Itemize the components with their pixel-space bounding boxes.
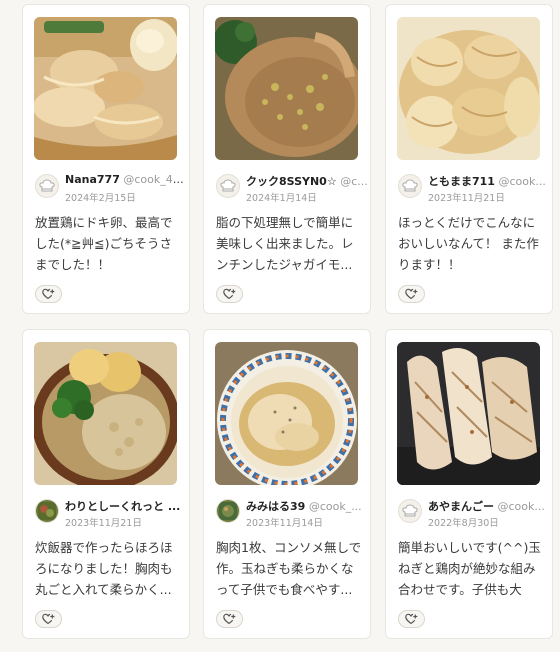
cooksnap-card[interactable]: Nana777 @cook_40... 2024年2月15日 放置鶏にドキ卵、最…	[22, 4, 190, 314]
dish-photo[interactable]	[397, 17, 540, 160]
dish-photo[interactable]	[397, 342, 540, 485]
cooksnap-card[interactable]: ともまま711 @cook... 2023年11月21日 ほっとくだけでこんなに…	[385, 4, 553, 314]
heart-plus-icon	[42, 288, 55, 299]
post-date: 2022年8月30日	[428, 518, 499, 529]
post-date: 2024年2月15日	[65, 193, 136, 204]
cooksnap-card[interactable]: わりとしーくれっと ... 2023年11月21日 炊飯器で作ったらほろほろにな…	[22, 329, 190, 639]
cooksnap-comment: ほっとくだけでこんなにおいしいなんて！ また作ります！！	[398, 215, 539, 272]
post-date: 2024年1月14日	[246, 193, 317, 204]
author-cook-id: @cook_...	[308, 500, 362, 513]
cooksnap-grid: Nana777 @cook_40... 2024年2月15日 放置鶏にドキ卵、最…	[0, 0, 560, 652]
author-display-name[interactable]: ともまま711	[428, 175, 495, 188]
heart-plus-icon	[405, 613, 418, 624]
chef-hat-icon[interactable]	[398, 499, 422, 523]
heart-plus-icon	[42, 613, 55, 624]
author-name[interactable]: みみはる39 @cook_...	[246, 498, 370, 514]
like-button[interactable]	[35, 610, 62, 628]
author-cook-id: @c...	[340, 175, 368, 188]
author-row[interactable]: わりとしーくれっと ... 2023年11月21日	[35, 497, 181, 529]
like-button[interactable]	[398, 285, 425, 303]
cooksnap-comment: 炊飯器で作ったらほろほろになりました！胸肉も丸ごと入れて柔らかく...	[35, 540, 173, 597]
post-date: 2023年11月21日	[65, 518, 142, 529]
author-row[interactable]: みみはる39 @cook_... 2023年11月14日	[216, 497, 362, 529]
heart-plus-icon	[223, 613, 236, 624]
chef-hat-icon[interactable]	[398, 174, 422, 198]
author-cook-id: @cook...	[497, 500, 545, 513]
cooksnap-comment: 放置鶏にドキ卵、最高でした(*≧艸≦)ごちそうさまでした！！	[35, 215, 173, 272]
author-cook-id: @cook_40...	[123, 173, 189, 186]
author-display-name[interactable]: クック8SSYN0☆	[246, 175, 337, 188]
author-name[interactable]: わりとしーくれっと ...	[65, 498, 189, 514]
author-display-name[interactable]: あやまんごー	[428, 500, 494, 513]
chef-hat-icon[interactable]	[35, 174, 59, 198]
author-display-name[interactable]: わりとしーくれっと ...	[65, 500, 180, 513]
author-name[interactable]: クック8SSYN0☆ @c...	[246, 173, 370, 189]
cooksnap-comment: 簡単おいしいです(^^)玉ねぎと鶏肉が絶妙な組み合わせです。子供も大喜...	[398, 540, 541, 597]
author-name[interactable]: Nana777 @cook_40...	[65, 173, 189, 189]
cooksnap-card[interactable]: クック8SSYN0☆ @c... 2024年1月14日 脂の下処理無しで簡単に美…	[203, 4, 371, 314]
like-button[interactable]	[398, 610, 425, 628]
author-name[interactable]: あやまんごー @cook...	[428, 498, 552, 514]
post-date: 2023年11月14日	[246, 518, 323, 529]
chef-hat-icon[interactable]	[216, 174, 240, 198]
author-display-name[interactable]: Nana777	[65, 173, 120, 186]
author-cook-id: @cook...	[498, 175, 546, 188]
cooksnap-comment: 胸肉1枚、コンソメ無しで作。玉ねぎも柔らかくなって子供でも食べやす...	[216, 540, 362, 597]
author-row[interactable]: クック8SSYN0☆ @c... 2024年1月14日	[216, 172, 368, 204]
cooksnap-card[interactable]: みみはる39 @cook_... 2023年11月14日 胸肉1枚、コンソメ無し…	[203, 329, 371, 639]
heart-plus-icon	[405, 288, 418, 299]
dish-photo[interactable]	[34, 17, 177, 160]
author-display-name[interactable]: みみはる39	[246, 500, 305, 513]
author-row[interactable]: Nana777 @cook_40... 2024年2月15日	[35, 172, 189, 204]
author-name[interactable]: ともまま711 @cook...	[428, 173, 552, 189]
author-row[interactable]: ともまま711 @cook... 2023年11月21日	[398, 172, 546, 204]
dish-photo[interactable]	[215, 342, 358, 485]
like-button[interactable]	[216, 285, 243, 303]
like-button[interactable]	[216, 610, 243, 628]
cooksnap-card[interactable]: あやまんごー @cook... 2022年8月30日 簡単おいしいです(^^)玉…	[385, 329, 553, 639]
user-photo-icon[interactable]	[216, 499, 240, 523]
post-date: 2023年11月21日	[428, 193, 505, 204]
dish-photo[interactable]	[34, 342, 177, 485]
like-button[interactable]	[35, 285, 62, 303]
author-row[interactable]: あやまんごー @cook... 2022年8月30日	[398, 497, 545, 529]
cooksnap-comment: 脂の下処理無しで簡単に美味しく出来ました。レンチンしたジャガイモ...	[216, 215, 354, 272]
heart-plus-icon	[223, 288, 236, 299]
dish-photo[interactable]	[215, 17, 358, 160]
user-photo-icon[interactable]	[35, 499, 59, 523]
